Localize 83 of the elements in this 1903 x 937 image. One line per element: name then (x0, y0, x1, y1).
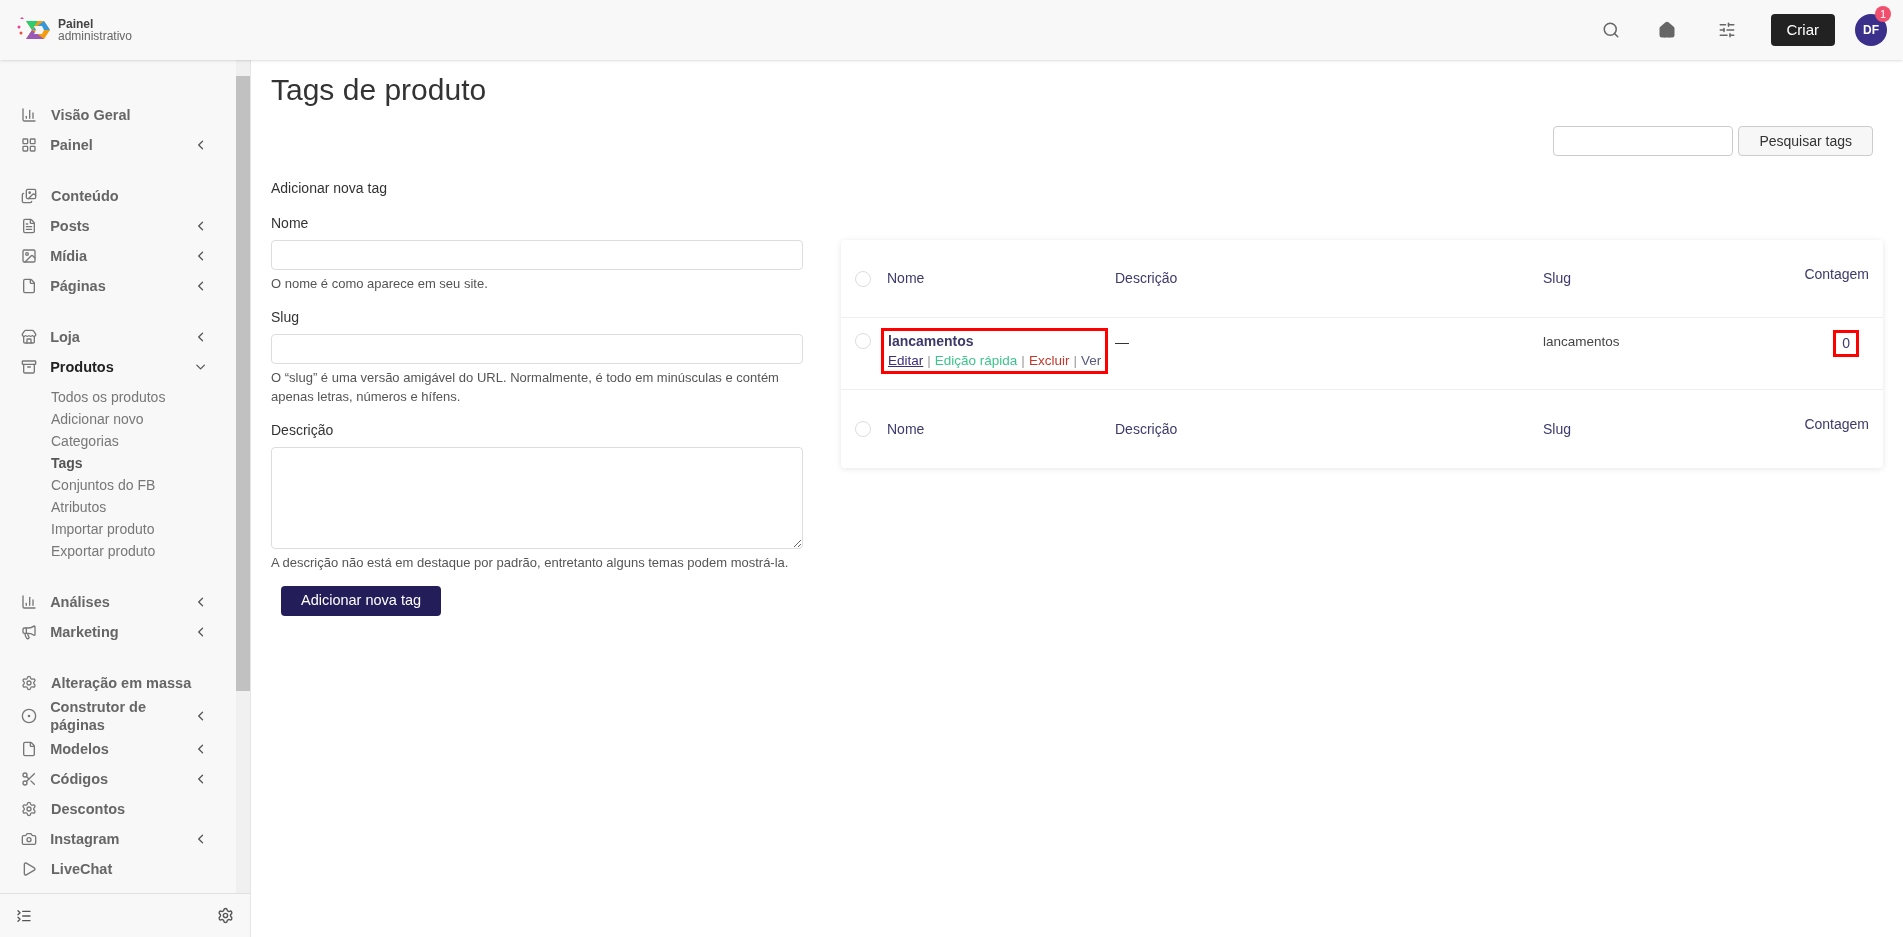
column-header[interactable]: Nome (887, 418, 1115, 440)
sidebar-item[interactable]: Descontos (20, 794, 236, 824)
description-field[interactable] (271, 447, 803, 549)
sidebar-item[interactable]: Marketing (20, 617, 236, 647)
logo-title: Painel (58, 18, 95, 30)
scissors-icon (20, 770, 38, 788)
submenu-item[interactable]: Exportar produto (51, 540, 236, 562)
chart-icon (20, 106, 38, 124)
column-header[interactable]: Contagem (1804, 264, 1869, 285)
images-icon (20, 187, 38, 205)
submenu-item[interactable]: Atributos (51, 496, 236, 518)
search-field[interactable] (1553, 126, 1734, 156)
sidebar-item[interactable]: Loja (20, 322, 236, 352)
text-field[interactable] (271, 334, 803, 364)
sidebar-item[interactable]: Alteração em massa (20, 668, 236, 698)
separator: | (927, 352, 931, 370)
search-tags-button[interactable]: Pesquisar tags (1738, 126, 1873, 156)
count-link[interactable]: 0 (1833, 330, 1859, 357)
sidebar-item[interactable]: Posts (20, 211, 236, 241)
settings-icon (20, 674, 38, 692)
sidebar-item[interactable]: LiveChat (20, 854, 236, 884)
submenu-item[interactable]: Tags (51, 452, 236, 474)
column-header[interactable]: Descrição (1115, 418, 1543, 440)
sidebar-item[interactable]: Painel (20, 130, 236, 160)
notification-badge: 1 (1875, 6, 1891, 22)
field-hint: O nome é como aparece em seu site. (271, 275, 489, 293)
field-hint: A descrição não está em destaque por padrão, entretanto alguns temas podem mostrá-la. (271, 554, 790, 572)
sidebar-item[interactable]: Modelos (20, 734, 236, 764)
column-header[interactable]: Contagem (1804, 414, 1869, 435)
submenu-item[interactable]: Conjuntos do FB (51, 474, 236, 496)
submenu-item[interactable]: Importar produto (51, 518, 236, 540)
sliders-icon[interactable] (1717, 21, 1736, 39)
scrollbar-thumb[interactable] (236, 76, 250, 691)
sidebar-item[interactable]: Mídia (20, 241, 236, 271)
form-heading: Adicionar nova tag (271, 179, 388, 198)
submenu-item[interactable]: Categorias (51, 430, 236, 452)
document-icon (20, 217, 38, 235)
sidebar-item[interactable]: Construtor de páginas (20, 698, 236, 734)
column-header[interactable]: Slug (1543, 418, 1693, 440)
tag-name-link[interactable]: lancamentos (888, 332, 1102, 351)
search-icon[interactable] (1601, 21, 1620, 39)
field-label: Descrição (271, 421, 335, 440)
field-label: Slug (271, 308, 301, 327)
create-button[interactable]: Criar (1770, 14, 1835, 46)
sidebar-item[interactable]: Instagram (20, 824, 236, 854)
image-icon (20, 247, 38, 265)
chart-icon (20, 593, 38, 611)
column-header[interactable]: Slug (1543, 268, 1693, 289)
page-title: Tags de produto (271, 72, 488, 108)
grid-icon (20, 136, 38, 154)
store-icon (20, 328, 38, 346)
settings-icon[interactable] (217, 907, 234, 924)
field-label: Nome (271, 214, 310, 233)
description-cell-text: — (1115, 333, 1130, 352)
row-action-link[interactable]: Excluir (1028, 351, 1070, 370)
collapse-menu-icon[interactable] (16, 907, 32, 924)
sidebar-item[interactable]: Códigos (20, 764, 236, 794)
field-hint: O “slug” é uma versão amigável do URL. Normalmente, é todo em minúsculas e contém apenas letras, números e hífens. (271, 369, 780, 406)
sidebar-item[interactable]: Visão Geral (20, 100, 236, 130)
settings-icon (20, 800, 38, 818)
archive-icon (20, 358, 38, 376)
column-header[interactable]: Descrição (1115, 268, 1543, 289)
slug-cell-text: lancamentos (1543, 333, 1621, 351)
row-action-link[interactable]: Editar (888, 351, 924, 370)
circle-icon (20, 707, 38, 725)
separator: | (1021, 352, 1025, 370)
separator: | (1073, 352, 1077, 370)
add-tag-button[interactable]: Adicionar nova tag (281, 586, 442, 616)
home-icon[interactable] (1657, 21, 1676, 39)
sidebar-item[interactable]: Conteúdo (20, 181, 236, 211)
sidebar-item[interactable]: Páginas (20, 271, 236, 301)
text-field[interactable] (271, 240, 803, 270)
column-header[interactable]: Nome (887, 268, 1115, 289)
logo-subtitle: administrativo (58, 30, 133, 42)
sidebar-item[interactable]: Produtos (20, 352, 236, 382)
row-action-link[interactable]: Ver (1080, 351, 1102, 370)
sidebar-item[interactable]: Análises (20, 587, 236, 617)
file-icon (20, 277, 38, 295)
megaphone-icon (20, 623, 38, 641)
file-icon (20, 740, 38, 758)
submenu-item[interactable]: Adicionar novo (51, 408, 236, 430)
submenu-item[interactable]: Todos os produtos (51, 386, 236, 408)
camera-icon (20, 830, 38, 848)
